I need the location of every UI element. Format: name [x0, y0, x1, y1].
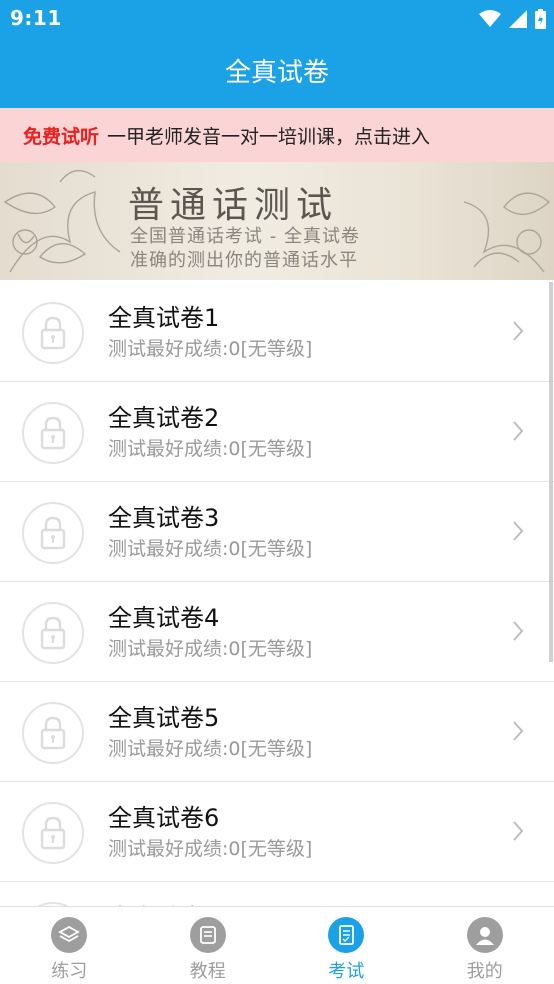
bottom-nav-item-user[interactable]: 我的 — [416, 907, 554, 984]
exam-title: 全真试卷1 — [108, 304, 220, 332]
wifi-icon — [479, 10, 501, 27]
chevron-right-icon — [513, 721, 524, 741]
exam-title: 全真试卷2 — [108, 404, 220, 432]
lock-icon-circle — [22, 302, 84, 364]
lotus-decoration-icon — [3, 169, 121, 273]
lock-icon — [40, 316, 66, 350]
exam-title: 全真试卷7 — [108, 898, 219, 906]
exam-icon — [328, 917, 365, 953]
bottom-nav: 练习 教程 考试 我的 — [0, 906, 554, 984]
lock-icon — [40, 716, 66, 750]
signal-icon — [509, 10, 527, 28]
lock-icon-circle — [22, 402, 84, 464]
scrollbar[interactable] — [549, 282, 553, 662]
status-icons — [479, 8, 546, 30]
chevron-right-icon — [513, 821, 524, 841]
lotus-decoration-right-icon — [463, 192, 551, 273]
promo-banner[interactable]: 免费试听 一甲老师发音一对一培训课，点击进入 — [0, 108, 554, 162]
chevron-right-icon — [513, 421, 524, 441]
exam-best-score: 测试最好成绩:0[无等级] — [108, 638, 313, 660]
banner-subtitle-1: 全国普通话考试 - 全真试卷 — [130, 226, 360, 247]
exam-list-item[interactable]: 全真试卷6 测试最好成绩:0[无等级] — [0, 782, 554, 882]
chevron-right-icon — [513, 321, 524, 341]
status-time: 9:11 — [10, 6, 62, 30]
exam-list-item[interactable]: 全真试卷3 测试最好成绩:0[无等级] — [0, 482, 554, 582]
bottom-nav-label: 教程 — [189, 961, 226, 982]
exam-list: 全真试卷1 测试最好成绩:0[无等级] 全真试卷2 测试最好成绩:0[无等级] 全真试卷… — [0, 282, 554, 906]
layers-icon — [51, 917, 88, 953]
exam-list-item[interactable]: 全真试卷2 测试最好成绩:0[无等级] — [0, 382, 554, 482]
lock-icon-circle — [22, 802, 84, 864]
promo-text: 一甲老师发音一对一培训课，点击进入 — [107, 125, 431, 148]
exam-list-item[interactable]: 全真试卷7测试最好成绩:0[无等级] — [0, 882, 554, 906]
page-title: 全真试卷 — [224, 58, 329, 88]
exam-best-score: 测试最好成绩:0[无等级] — [108, 838, 313, 860]
bottom-nav-label: 考试 — [328, 961, 365, 982]
chevron-right-icon — [513, 621, 524, 641]
battery-icon — [535, 9, 546, 29]
user-icon — [466, 917, 503, 953]
app-bar: 全真试卷 — [0, 38, 554, 108]
exam-title: 全真试卷6 — [108, 804, 220, 832]
lock-icon — [40, 616, 66, 650]
lock-icon-circle — [22, 702, 84, 764]
exam-list-item[interactable]: 全真试卷4 测试最好成绩:0[无等级] — [0, 582, 554, 682]
bottom-nav-item-layers[interactable]: 练习 — [0, 907, 139, 984]
book-icon — [189, 917, 226, 953]
exam-list-item[interactable]: 全真试卷1 测试最好成绩:0[无等级] — [0, 282, 554, 382]
exam-best-score: 测试最好成绩:0[无等级] — [108, 538, 313, 560]
promo-highlight: 免费试听 — [23, 125, 100, 148]
bottom-nav-label: 练习 — [51, 961, 88, 982]
banner-title: 普通话测试 — [128, 185, 339, 226]
lock-icon — [40, 416, 66, 450]
exam-list-item[interactable]: 全真试卷5 测试最好成绩:0[无等级] — [0, 682, 554, 782]
exam-title: 全真试卷4 — [108, 604, 220, 632]
lock-icon — [40, 816, 66, 850]
bottom-nav-item-book[interactable]: 教程 — [139, 907, 278, 984]
lock-icon-circle — [22, 502, 84, 564]
lock-icon-circle — [22, 602, 84, 664]
hero-banner[interactable]: 普通话测试 全国普通话考试 - 全真试卷 准确的测出你的普通话水平 — [0, 162, 554, 280]
status-bar: 9:11 — [0, 0, 554, 38]
exam-best-score: 测试最好成绩:0[无等级] — [108, 738, 313, 760]
chevron-right-icon — [513, 521, 524, 541]
banner-subtitle-2: 准确的测出你的普通话水平 — [130, 250, 358, 271]
exam-title: 全真试卷3 — [108, 504, 220, 532]
lock-icon — [40, 516, 66, 550]
bottom-nav-label: 我的 — [466, 961, 503, 982]
exam-best-score: 测试最好成绩:0[无等级] — [108, 338, 313, 360]
exam-best-score: 测试最好成绩:0[无等级] — [108, 438, 313, 460]
exam-title: 全真试卷5 — [108, 704, 220, 732]
bottom-nav-item-exam[interactable]: 考试 — [277, 907, 416, 984]
